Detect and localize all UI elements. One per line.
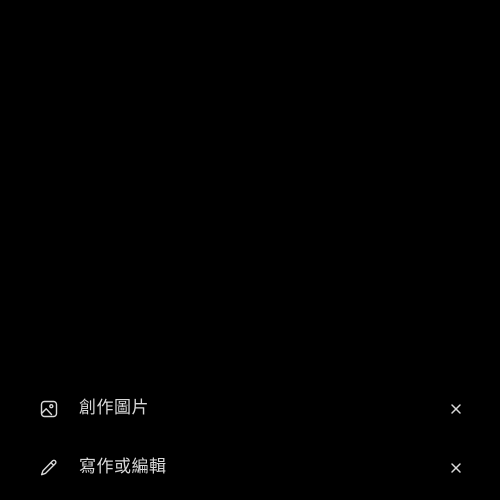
pencil-icon: [39, 458, 59, 478]
suggestion-label: 創作圖片: [79, 398, 149, 418]
close-icon[interactable]: [446, 399, 466, 419]
suggestion-create-image[interactable]: 創作圖片: [0, 380, 500, 436]
image-icon: [39, 399, 59, 419]
suggestion-list: 創作圖片 寫作或編輯: [0, 380, 500, 500]
suggestion-label: 寫作或編輯: [79, 457, 167, 477]
close-icon[interactable]: [446, 458, 466, 478]
suggestion-write-or-edit[interactable]: 寫作或編輯: [0, 439, 500, 495]
